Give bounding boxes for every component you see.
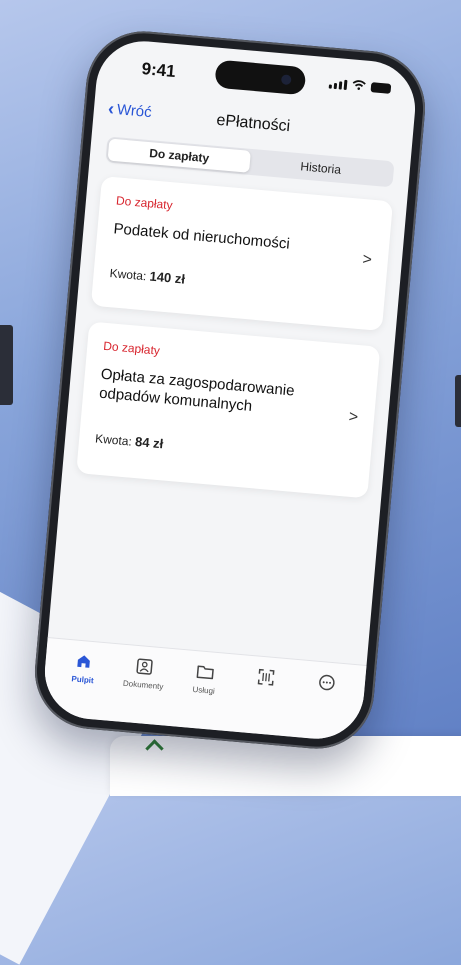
chevron-right-icon: > (348, 408, 359, 427)
tab-label: Dokumenty (122, 678, 164, 692)
payment-title: Podatek od nieruchomości (112, 220, 291, 253)
more-icon (316, 672, 338, 694)
tab-dokumenty[interactable]: Dokumenty (110, 654, 176, 726)
qr-scan-icon (255, 666, 277, 688)
amount-value: 140 zł (149, 268, 186, 287)
battery-icon (370, 82, 392, 94)
segment-do-zaplaty[interactable]: Do zapłaty (107, 138, 251, 173)
leaf-icon (145, 739, 164, 758)
tab-more[interactable] (291, 670, 357, 742)
wifi-icon (352, 79, 367, 91)
tab-scan[interactable] (231, 665, 297, 737)
segment-historia[interactable]: Historia (249, 151, 392, 185)
payment-amount: Kwota: 140 zł (109, 265, 185, 287)
folder-icon (194, 661, 216, 683)
status-icons (328, 77, 392, 94)
documents-icon (134, 656, 156, 678)
amount-label: Kwota: (109, 266, 147, 284)
tab-label: Usługi (192, 684, 216, 696)
tab-uslugi[interactable]: Usługi (170, 659, 236, 731)
phone-frame: 9:41 ‹ Wróć ePłatności Do zapłaty Histor… (30, 26, 430, 754)
phone-screen: 9:41 ‹ Wróć ePłatności Do zapłaty Histor… (40, 37, 420, 743)
amount-label: Kwota: (94, 431, 133, 449)
tab-label: Pulpit (71, 674, 95, 686)
tab-pulpit[interactable]: Pulpit (49, 649, 115, 721)
tab-bar: Pulpit Dokumenty Usługi (40, 637, 367, 743)
amount-value: 84 zł (134, 433, 164, 452)
status-time: 9:41 (140, 59, 177, 82)
payment-title: Opłata za zagospodarowanie odpadów komun… (98, 365, 296, 415)
payment-status: Do zapłaty (115, 193, 174, 213)
dynamic-island (214, 59, 307, 96)
signal-icon (328, 78, 348, 91)
payment-card[interactable]: Do zapłaty Opłata za zagospodarowanie od… (76, 321, 381, 499)
payment-status: Do zapłaty (102, 338, 161, 358)
payment-card[interactable]: Do zapłaty Podatek od nieruchomości Kwot… (90, 176, 394, 331)
background-device-edge-right (455, 375, 461, 427)
chevron-right-icon: > (361, 251, 373, 269)
home-icon (73, 650, 95, 672)
background-device-edge-left (0, 325, 13, 405)
payment-amount: Kwota: 84 zł (95, 430, 164, 451)
